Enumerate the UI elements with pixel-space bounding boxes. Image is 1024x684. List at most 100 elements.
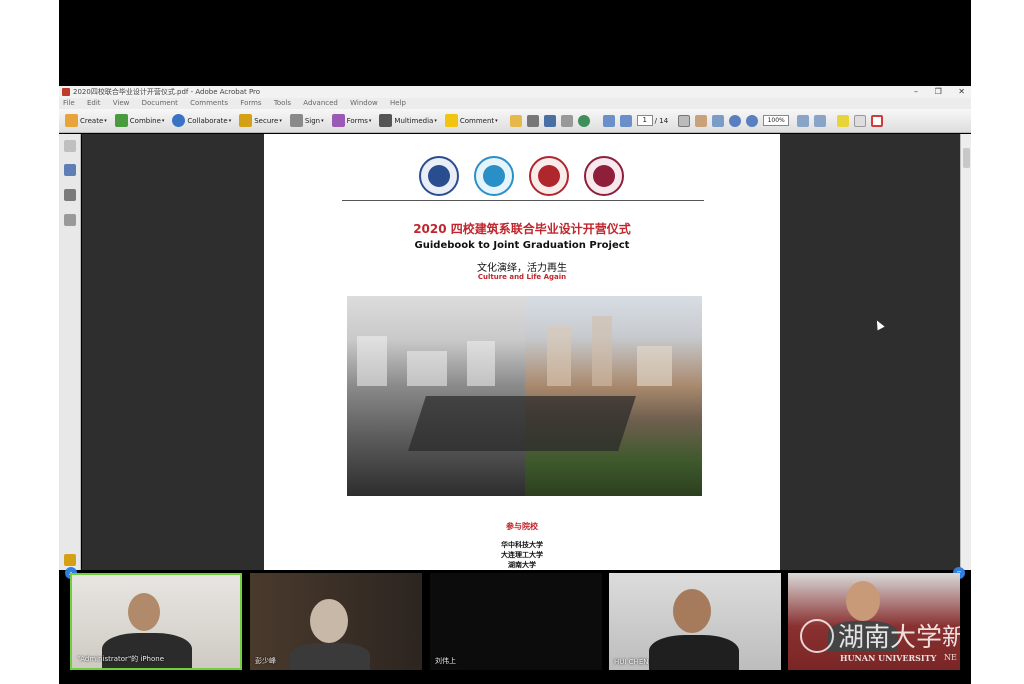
secure-label: Secure [254,116,279,125]
schools-heading: 参与院校 [506,522,538,531]
video-tile-hui-chen[interactable]: HUI CHEN [609,573,781,670]
participant-video [649,635,739,670]
pdf-page: 2020 四校建筑系联合毕业设计开营仪式 Guidebook to Joint … [264,134,780,570]
email-icon[interactable] [560,114,573,127]
watermark-en: HUNAN UNIVERSITY [840,653,937,663]
participant-name: 刘伟上 [435,657,456,665]
page-number-input[interactable]: 1 [636,115,653,126]
document-title-en: Guidebook to Joint Graduation Project [414,240,630,251]
window-title: 2020四校联合毕业设计开营仪式.pdf - Adobe Acrobat Pro [73,88,261,96]
hust-logo [419,156,459,196]
comment-label: Comment [459,116,495,125]
scrollbar-thumb[interactable] [963,148,970,168]
school-item: 大连理工大学 [501,551,543,559]
collaborate-icon [172,114,186,127]
participant-name: HUI CHEN [614,658,649,666]
sign-button[interactable]: Sign ▾ [289,114,324,127]
dlut-logo [474,156,514,196]
forms-button[interactable]: Forms ▾ [331,114,371,127]
create-button[interactable]: Create ▾ [65,114,107,127]
minimize-button[interactable]: – [914,87,918,96]
form-icon [331,114,345,127]
video-tile-hunan-university[interactable]: 湖南大学 新 HUNAN UNIVERSITY NE [788,573,960,670]
pdf-file-icon [62,88,70,96]
menu-help[interactable]: Help [390,99,406,107]
collaborate-label: Collaborate [187,116,228,125]
header-divider [342,200,704,201]
xmu-logo [584,156,624,196]
school-item: 华中科技大学 [501,541,543,549]
participant-video [102,633,192,668]
fit-page-icon[interactable] [797,114,810,127]
hnu-logo [529,156,569,196]
multimedia-button[interactable]: Multimedia ▾ [379,114,437,127]
video-tile-administrator[interactable]: "Administrator"的 iPhone [70,573,242,670]
marquee-zoom-icon[interactable] [712,114,725,127]
menu-window[interactable]: Window [350,99,378,107]
menu-advanced[interactable]: Advanced [303,99,338,107]
open-folder-icon[interactable] [509,114,522,127]
comment-button[interactable]: Comment ▾ [444,114,498,127]
pen-icon [289,114,303,127]
zoom-level-select[interactable]: 100% [763,115,790,126]
cover-photo [347,296,702,496]
print-icon[interactable] [526,114,539,127]
menu-document[interactable]: Document [142,99,178,107]
menu-file[interactable]: File [63,99,75,107]
document-subtitle-en: Culture and Life Again [477,273,567,281]
comment-icon [444,114,458,127]
participant-video [846,581,880,621]
forms-label: Forms [346,116,368,125]
menu-view[interactable]: View [113,99,130,107]
highlight-tool-icon[interactable] [837,114,850,127]
hand-tool-icon[interactable] [695,114,708,127]
restore-button[interactable]: ❐ [935,87,942,96]
combine-files-icon [114,114,128,127]
layers-panel-icon[interactable] [64,189,76,201]
watermark-suffix-en: NE [944,653,957,662]
participant-name: "Administrator"的 iPhone [77,655,165,663]
video-tile-participant-2[interactable]: 彭少峰 [250,573,422,670]
participant-video [290,643,370,670]
menu-comments[interactable]: Comments [190,99,228,107]
share-icon[interactable] [577,114,590,127]
previous-page-icon[interactable] [602,114,615,127]
document-subtitle-cn: 文化演绎，活力再生 [477,263,567,274]
secure-button[interactable]: Secure ▾ [239,114,282,127]
create-pdf-icon [65,114,78,127]
participant-video [310,599,348,643]
window-controls: – ❐ ✕ [900,86,965,98]
lock-icon [239,114,253,127]
watermark-cn: 湖南大学 [838,623,943,653]
film-icon [379,114,393,127]
navigation-panel [59,134,81,570]
menu-edit[interactable]: Edit [87,99,101,107]
close-button[interactable]: ✕ [958,87,965,96]
toolbar-stop-icon[interactable] [871,114,884,127]
create-label: Create [80,116,104,125]
video-tile-participant-3[interactable]: 刘伟上 [430,573,602,670]
next-page-icon[interactable] [619,114,632,127]
watermark-suffix-cn: 新 [942,623,960,651]
hunan-university-emblem [800,619,834,653]
toolbar-option-icon[interactable] [854,114,867,127]
select-cursor-icon[interactable] [678,114,691,127]
main-toolbar: Create ▾ Combine ▾ Collaborate ▾ Secure ▾ Si… [59,109,971,133]
combine-button[interactable]: Combine ▾ [114,114,164,127]
attachments-panel-icon[interactable] [64,554,76,566]
zoom-in-icon[interactable] [746,114,759,127]
menu-tools[interactable]: Tools [274,99,291,107]
bookmarks-panel-icon[interactable] [64,164,76,176]
zoom-out-icon[interactable] [729,114,742,127]
collaborate-button[interactable]: Collaborate ▾ [172,114,231,127]
participant-video [128,593,160,631]
vertical-scrollbar[interactable] [960,134,971,570]
save-icon[interactable] [543,114,556,127]
menu-bar: File Edit View Document Comments Forms T… [59,98,971,109]
school-item: 湖南大学 [508,561,536,569]
pages-panel-icon[interactable] [64,140,76,152]
menu-forms[interactable]: Forms [240,99,261,107]
combine-label: Combine [129,116,161,125]
signatures-panel-icon[interactable] [64,214,76,226]
page-layout-icon[interactable] [814,114,827,127]
